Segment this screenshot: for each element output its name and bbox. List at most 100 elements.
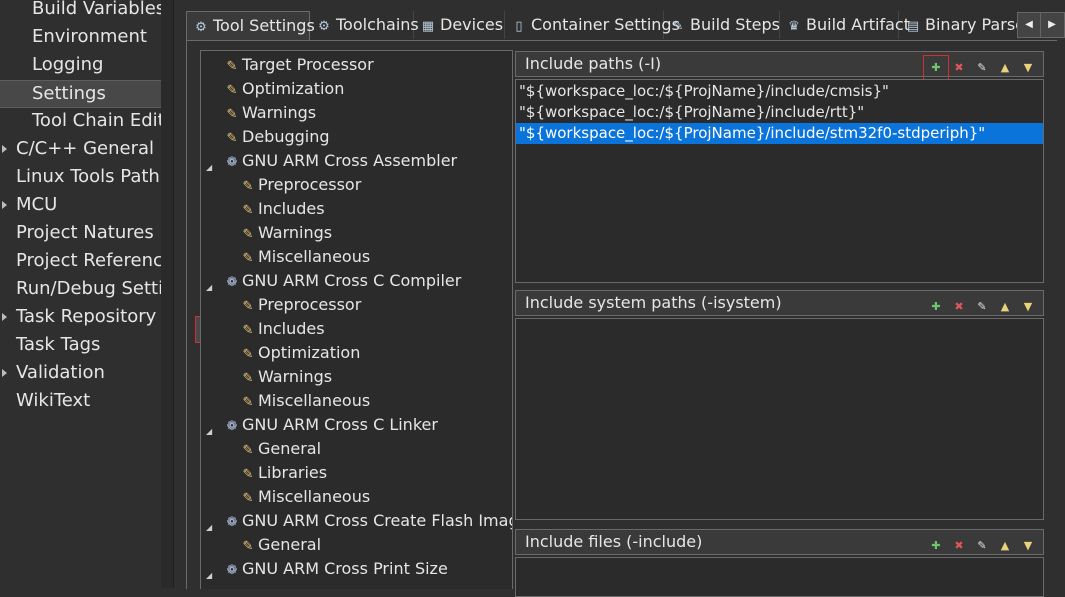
delete-icon[interactable]: ✖ [950, 537, 968, 555]
tree-item-gnu-arm-cross-print-size[interactable]: ◢ ❁ GNU ARM Cross Print Size [206, 557, 448, 581]
expand-arrow-icon[interactable] [2, 145, 7, 153]
tree-item-preprocessor[interactable]: ✎ Preprocessor [240, 293, 362, 317]
settings-page-icon: ✎ [226, 107, 238, 122]
add-icon[interactable]: ✚ [927, 537, 945, 555]
collapse-arrow-icon[interactable]: ◢ [206, 276, 212, 300]
include-path-row[interactable]: "${workspace_loc:/${ProjName}/include/rt… [516, 102, 1043, 123]
tree-item-label: GNU ARM Cross Assembler [242, 151, 458, 170]
nav-item-mcu[interactable]: MCU [0, 192, 161, 220]
nav-item-c-c-general[interactable]: C/C++ General [0, 136, 161, 164]
nav-item-run-debug-settings[interactable]: Run/Debug Settings [0, 276, 161, 304]
tab-build-artifact[interactable]: ♛ Build Artifact [780, 11, 910, 39]
gear-icon: ⚙ [318, 19, 330, 34]
move-down-icon[interactable]: ▼ [1019, 298, 1037, 316]
settings-page-icon: ✎ [242, 323, 254, 338]
include-path-row[interactable]: "${workspace_loc:/${ProjName}/include/cm… [516, 81, 1043, 102]
collapse-arrow-icon[interactable]: ◢ [206, 516, 212, 540]
tree-item-warnings[interactable]: ✎ Warnings [240, 365, 333, 389]
collapse-arrow-icon[interactable]: ◢ [206, 156, 212, 180]
tab-binary-parser[interactable]: ▤ Binary Parser [899, 11, 1032, 39]
nav-item-tool-chain-editor[interactable]: Tool Chain Editor [0, 108, 161, 136]
nav-item-linux-tools-path[interactable]: Linux Tools Path [0, 164, 161, 192]
nav-item-label: C/C++ General [16, 138, 155, 159]
tree-item-label: Debugging [242, 127, 330, 146]
nav-item-project-natures[interactable]: Project Natures [0, 220, 161, 248]
edit-icon[interactable]: ✎ [973, 537, 991, 555]
delete-icon[interactable]: ✖ [950, 59, 968, 77]
tree-item-label: Optimization [258, 343, 361, 362]
tab-scroll-left-icon[interactable]: ◀ [1018, 13, 1041, 37]
collapse-arrow-icon[interactable]: ◢ [206, 420, 212, 444]
tree-item-miscellaneous[interactable]: ✎ Miscellaneous [240, 485, 371, 509]
tab-tool-settings[interactable]: ⚙ Tool Settings [186, 11, 315, 40]
tree-item-includes[interactable]: ✎ Includes [240, 197, 325, 221]
settings-page-icon: ✎ [242, 539, 254, 554]
tree-item-gnu-arm-cross-assembler[interactable]: ◢ ❁ GNU ARM Cross Assembler [206, 149, 458, 173]
expand-arrow-icon[interactable] [2, 201, 7, 209]
tree-item-label: Preprocessor [258, 295, 362, 314]
tree-item-includes[interactable]: ✎ Includes [240, 317, 325, 341]
tree-item-label: GNU ARM Cross C Compiler [242, 271, 462, 290]
tab-devices[interactable]: ▦ Devices [414, 11, 505, 39]
tree-item-warnings[interactable]: ✎ Warnings [224, 101, 317, 125]
tab-label: Binary Parser [925, 15, 1032, 34]
expand-arrow-icon[interactable] [2, 313, 7, 321]
nav-item-label: WikiText [16, 390, 91, 411]
tree-item-label: Includes [258, 199, 325, 218]
nav-item-settings[interactable]: Settings [0, 80, 161, 108]
tree-item-gnu-arm-cross-c-compiler[interactable]: ◢ ❁ GNU ARM Cross C Compiler [206, 269, 462, 293]
tree-item-optimization[interactable]: ✎ Optimization [240, 341, 361, 365]
add-icon[interactable]: ✚ [927, 298, 945, 316]
container-icon: ▯ [515, 19, 523, 34]
include-paths-toolbar: ✚ ✖ ✎ ▲ ▼ [922, 55, 1037, 81]
tab-build-steps[interactable]: ✎ Build Steps [664, 11, 780, 39]
include-system-paths-list [515, 318, 1044, 520]
expand-arrow-icon[interactable] [2, 369, 7, 377]
nav-item-validation[interactable]: Validation [0, 360, 161, 388]
add-icon[interactable]: ✚ [923, 55, 949, 81]
nav-item-build-variables[interactable]: Build Variables [0, 0, 161, 24]
settings-page-icon: ✎ [226, 59, 238, 74]
tree-item-preprocessor[interactable]: ✎ Preprocessor [240, 173, 362, 197]
nav-item-task-repository[interactable]: Task Repository [0, 304, 161, 332]
properties-nav: Build Variables Environment Logging Setting… [0, 0, 162, 588]
settings-page-icon: ✎ [226, 131, 238, 146]
tab-container-settings[interactable]: ▯ Container Settings [505, 11, 680, 39]
move-down-icon[interactable]: ▼ [1019, 537, 1037, 555]
nav-item-wikitext[interactable]: WikiText [0, 388, 161, 416]
tree-item-general[interactable]: ✎ General [240, 437, 322, 461]
tree-item-debugging[interactable]: ✎ Debugging [224, 125, 330, 149]
tool-gear-icon: ❁ [226, 563, 238, 578]
nav-item-environment[interactable]: Environment [0, 24, 161, 52]
delete-icon[interactable]: ✖ [950, 298, 968, 316]
tree-item-miscellaneous[interactable]: ✎ Miscellaneous [240, 389, 371, 413]
edit-icon[interactable]: ✎ [973, 59, 991, 77]
edit-icon[interactable]: ✎ [973, 298, 991, 316]
nav-item-logging[interactable]: Logging [0, 52, 161, 80]
include-system-paths-title: Include system paths (-isystem) [525, 293, 782, 312]
wrench-icon: ✎ [672, 19, 684, 34]
nav-item-project-references[interactable]: Project References [0, 248, 161, 276]
tree-item-target-processor[interactable]: ✎ Target Processor [224, 53, 374, 77]
nav-item-label: Linux Tools Path [16, 166, 160, 187]
tree-item-gnu-arm-cross-create-flash-image[interactable]: ◢ ❁ GNU ARM Cross Create Flash Image [206, 509, 512, 533]
include-files-toolbar: ✚ ✖ ✎ ▲ ▼ [922, 534, 1037, 552]
tree-item-warnings[interactable]: ✎ Warnings [240, 221, 333, 245]
settings-page-icon: ✎ [242, 179, 254, 194]
collapse-arrow-icon[interactable]: ◢ [206, 564, 212, 588]
nav-splitter[interactable] [161, 0, 174, 588]
include-path-row[interactable]: "${workspace_loc:/${ProjName}/include/st… [516, 123, 1043, 144]
move-up-icon[interactable]: ▲ [996, 537, 1014, 555]
tree-item-general[interactable]: ✎ General [240, 533, 322, 557]
move-up-icon[interactable]: ▲ [996, 59, 1014, 77]
settings-page-icon: ✎ [242, 347, 254, 362]
move-up-icon[interactable]: ▲ [996, 298, 1014, 316]
tree-item-gnu-arm-cross-c-linker[interactable]: ◢ ❁ GNU ARM Cross C Linker [206, 413, 438, 437]
nav-item-task-tags[interactable]: Task Tags [0, 332, 161, 360]
tree-item-libraries[interactable]: ✎ Libraries [240, 461, 328, 485]
tree-item-optimization[interactable]: ✎ Optimization [224, 77, 345, 101]
tab-toolchains[interactable]: ⚙ Toolchains [310, 11, 419, 39]
tree-item-miscellaneous[interactable]: ✎ Miscellaneous [240, 245, 371, 269]
tab-scroll-right-icon[interactable]: ▶ [1041, 13, 1063, 37]
move-down-icon[interactable]: ▼ [1019, 59, 1037, 77]
